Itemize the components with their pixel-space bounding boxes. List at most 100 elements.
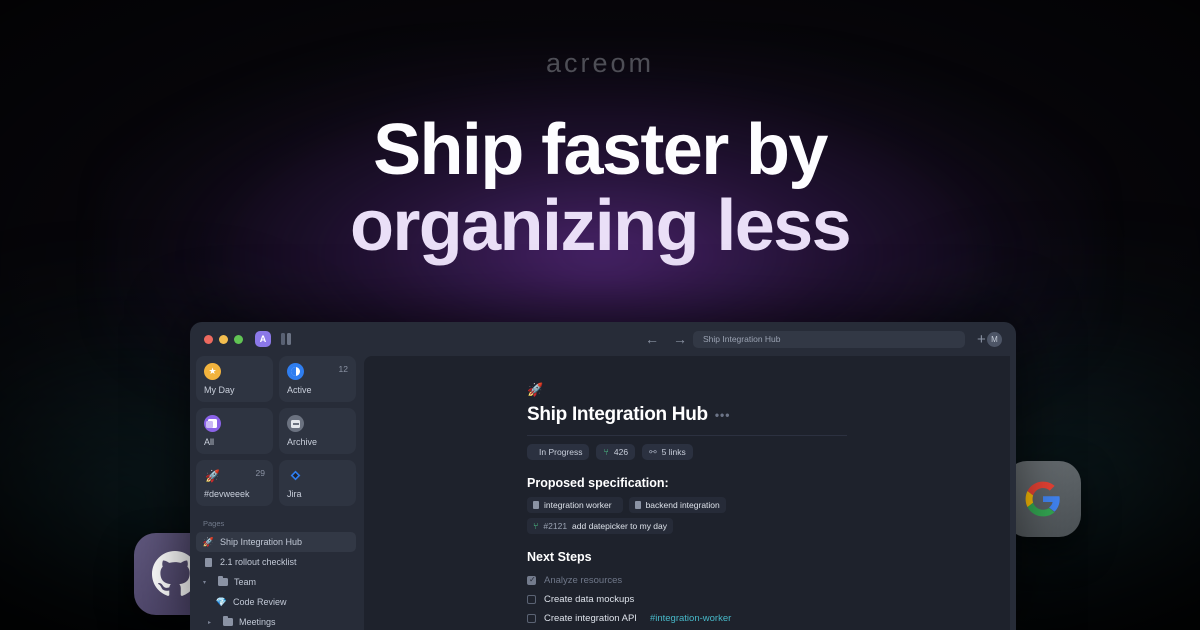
status-chip[interactable]: In Progress: [527, 444, 590, 460]
folder-icon: [222, 616, 233, 626]
window-titlebar: A ← → Ship Integration Hub + M: [190, 322, 1016, 356]
sidebar-item-team[interactable]: ▾ Team: [196, 572, 356, 592]
active-tab-label: Ship Integration Hub: [703, 334, 781, 344]
sidebar-card-devweeek[interactable]: 🚀 29 #devweeek: [196, 460, 273, 506]
task-row[interactable]: Create data mockups: [527, 590, 847, 609]
maximize-window-button[interactable]: [234, 334, 243, 344]
diamond-icon: 💎: [215, 596, 228, 607]
reference-label: add datepicker to my day: [572, 521, 668, 531]
headline-line-2: organizing less: [349, 186, 852, 266]
spec-heading: Proposed specification:: [527, 476, 669, 490]
spec-reference-row-2: ⑂ #2121 add datepicker to my day: [527, 518, 847, 534]
google-icon: [1025, 481, 1060, 517]
task-label: Create data mockups: [544, 594, 635, 605]
brand-wordmark: acreom: [545, 48, 655, 78]
forward-arrow-icon[interactable]: →: [673, 331, 687, 347]
workspace-badge[interactable]: A: [255, 331, 271, 347]
new-tab-button[interactable]: +: [977, 332, 986, 347]
rocket-icon: 🚀: [202, 536, 215, 547]
all-docs-icon: [204, 415, 221, 432]
reference-label: integration worker: [544, 500, 612, 510]
checkbox-checked[interactable]: [527, 575, 536, 585]
page-title: Ship faster by organizing less: [0, 112, 1200, 264]
active-icon: [287, 363, 304, 380]
document-emoji: 🚀: [527, 382, 544, 397]
document-meta-chips: In Progress ⑂ 426 ⚯ 5 links: [527, 444, 847, 460]
document-icon: [533, 501, 539, 509]
sidebar-item-code-review[interactable]: 💎 Code Review: [196, 592, 356, 612]
close-window-button[interactable]: [204, 334, 213, 344]
next-steps-heading: Next Steps: [527, 550, 592, 564]
sidebar-card-jira[interactable]: Jira: [279, 460, 356, 506]
git-branch-icon: ⑂: [533, 521, 539, 531]
traffic-lights: [204, 334, 243, 344]
star-icon: ★: [204, 363, 221, 380]
active-tab[interactable]: Ship Integration Hub: [693, 330, 965, 348]
chevron-down-icon[interactable]: ▾: [203, 579, 211, 586]
user-avatar[interactable]: M: [987, 331, 1002, 347]
sidebar-card-label: Archive: [287, 437, 318, 447]
back-arrow-icon[interactable]: ←: [645, 331, 659, 347]
window-body: ★ My Day 12 Active All Archive 🚀 29 #dev…: [190, 356, 1016, 630]
reference-chip-backend-integration[interactable]: backend integration: [628, 497, 726, 513]
document-title: Ship Integration Hub: [527, 404, 708, 425]
sidebar-item-ship-integration-hub[interactable]: 🚀 Ship Integration Hub: [196, 532, 356, 552]
minimize-window-button[interactable]: [219, 334, 228, 344]
document-pane: 🚀 Ship Integration Hub ••• In Progress ⑂…: [364, 356, 1010, 630]
document-title-row: Ship Integration Hub •••: [527, 404, 847, 426]
branch-chip[interactable]: ⑂ 426: [596, 444, 636, 460]
reference-chip-integration-worker[interactable]: integration worker: [527, 497, 623, 513]
sidebar-card-active[interactable]: 12 Active: [279, 356, 356, 402]
jira-icon: [287, 467, 304, 484]
links-chip[interactable]: ⚯ 5 links: [642, 444, 693, 460]
sidebar-card-count: 29: [255, 468, 265, 478]
task-label: Analyze resources: [544, 575, 623, 586]
sidebar-card-label: Active: [287, 385, 312, 395]
sidebar-card-my-day[interactable]: ★ My Day: [196, 356, 273, 402]
link-icon: ⚯: [649, 446, 657, 457]
sidebar-card-archive[interactable]: Archive: [279, 408, 356, 454]
document-more-menu-icon[interactable]: •••: [715, 409, 731, 421]
archive-icon: [287, 415, 304, 432]
sidebar-card-label: #devweeek: [204, 489, 250, 499]
sidebar-section-label: Pages: [203, 519, 225, 528]
document-icon: [634, 501, 641, 509]
reference-label: backend integration: [645, 500, 720, 510]
sidebar-card-count: 12: [338, 364, 348, 374]
task-row[interactable]: Create integration API #integration-work…: [527, 609, 847, 628]
sidebar-card-all[interactable]: All: [196, 408, 273, 454]
sidebar-item-rollout-checklist[interactable]: 2.1 rollout checklist: [196, 552, 356, 572]
sidebar-item-label: Meetings: [239, 617, 276, 627]
rocket-icon: 🚀: [205, 468, 220, 483]
git-branch-icon: ⑂: [603, 447, 609, 457]
title-divider: [527, 435, 847, 436]
sidebar-quick-cards: ★ My Day 12 Active All Archive 🚀 29 #dev…: [196, 356, 356, 506]
sidebar-toggle-icon[interactable]: [281, 333, 291, 345]
task-label: Create integration API: [544, 613, 637, 624]
sidebar-item-label: 2.1 rollout checklist: [220, 557, 297, 567]
app-window: A ← → Ship Integration Hub + M ★ My Day: [190, 322, 1016, 630]
sidebar-card-label: All: [204, 437, 215, 447]
sidebar: ★ My Day 12 Active All Archive 🚀 29 #dev…: [190, 356, 362, 630]
reference-chip-issue-2121[interactable]: ⑂ #2121 add datepicker to my day: [527, 518, 674, 534]
navigation-arrows: ← →: [645, 331, 687, 347]
sidebar-item-label: Team: [234, 577, 257, 587]
sidebar-item-label: Code Review: [233, 597, 287, 607]
reference-number: #2121: [543, 521, 568, 531]
sidebar-item-meetings[interactable]: ▸ Meetings: [196, 612, 356, 630]
document: 🚀 Ship Integration Hub ••• In Progress ⑂…: [527, 382, 847, 628]
document-icon: [203, 557, 214, 567]
sidebar-card-label: My Day: [204, 385, 235, 395]
headline-line-1: Ship faster by: [373, 110, 828, 190]
task-row[interactable]: Analyze resources: [527, 571, 847, 590]
branch-chip-label: 426: [613, 447, 629, 457]
task-tag[interactable]: #integration-worker: [650, 613, 731, 624]
sidebar-item-label: Ship Integration Hub: [220, 537, 303, 547]
folder-icon: [217, 576, 228, 586]
status-chip-label: In Progress: [539, 447, 583, 457]
checkbox-unchecked[interactable]: [527, 614, 536, 623]
checkbox-unchecked[interactable]: [527, 595, 536, 604]
google-app-tile[interactable]: [1005, 461, 1081, 537]
links-chip-label: 5 links: [661, 447, 686, 457]
chevron-right-icon[interactable]: ▸: [208, 619, 216, 626]
